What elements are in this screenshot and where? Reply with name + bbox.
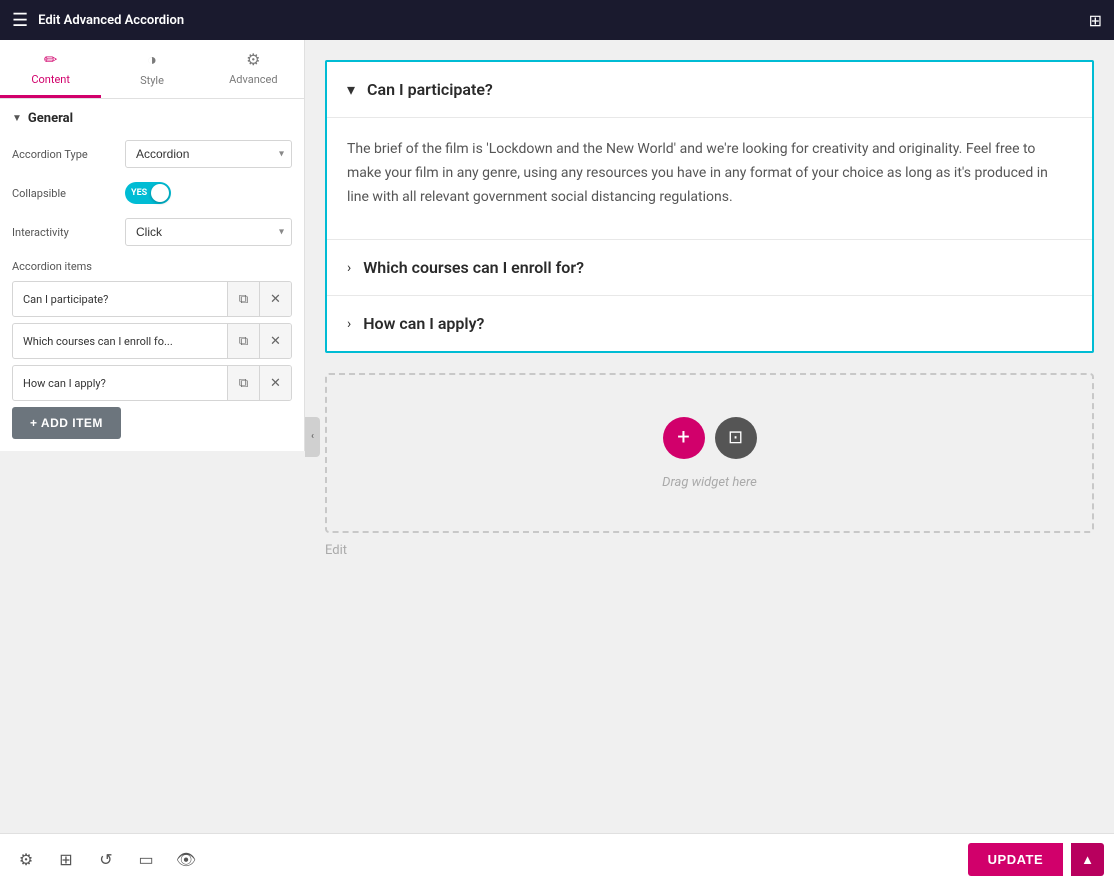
section-title: General — [28, 111, 73, 126]
add-folder-button[interactable]: ⊡ — [715, 417, 757, 459]
accordion-items-label: Accordion items — [12, 260, 292, 273]
drag-drop-text: Drag widget here — [662, 475, 757, 490]
interactivity-select[interactable]: Click Hover — [125, 218, 292, 246]
accordion-item-copy-3[interactable]: ⧉ — [227, 366, 259, 400]
accordion-item-header-1[interactable]: ▾ Can I participate? — [327, 62, 1092, 117]
accordion-chevron-down-icon: ▾ — [347, 80, 355, 99]
accordion-type-row: Accordion Type Accordion Toggle ▾ — [12, 140, 292, 168]
collapsible-toggle[interactable]: YES — [125, 182, 171, 204]
bottom-bar: ⚙ ⊞ ↺ ▭ 👁 UPDATE ▲ — [0, 833, 1114, 885]
accordion-item-copy-2[interactable]: ⧉ — [227, 324, 259, 358]
preview-icon[interactable]: 👁 — [170, 844, 202, 876]
section-chevron-icon: ▼ — [12, 113, 22, 124]
accordion-item-header-3[interactable]: › How can I apply? — [327, 296, 1092, 351]
accordion-type-select[interactable]: Accordion Toggle — [125, 140, 292, 168]
top-bar: ☰ Edit Advanced Accordion ⊞ — [0, 0, 1114, 40]
page-title: Edit Advanced Accordion — [38, 13, 184, 28]
tab-content-label: Content — [31, 73, 70, 86]
accordion-item-row: Can I participate? ⧉ ✕ — [12, 281, 292, 317]
accordion-item-delete-2[interactable]: ✕ — [259, 324, 291, 358]
general-section-header: ▼ General — [12, 111, 292, 126]
hamburger-icon[interactable]: ☰ — [12, 10, 28, 31]
accordion-item-body-1: The brief of the film is 'Lockdown and t… — [327, 117, 1092, 239]
main-layout: ✏ Content ◑ Style ⚙ Advanced ▼ General — [0, 40, 1114, 833]
accordion-item-text-2: Which courses can I enroll fo... — [13, 327, 227, 356]
device-icon[interactable]: ▭ — [130, 844, 162, 876]
accordion-item-delete-1[interactable]: ✕ — [259, 282, 291, 316]
add-item-button[interactable]: + ADD ITEM — [12, 407, 121, 439]
collapsible-row: Collapsible YES — [12, 182, 292, 204]
update-arrow-button[interactable]: ▲ — [1071, 843, 1104, 876]
accordion-item-row: How can I apply? ⧉ ✕ — [12, 365, 292, 401]
accordion-chevron-right-icon-2: › — [347, 260, 351, 276]
drag-drop-buttons: + ⊡ — [663, 417, 757, 459]
top-bar-left: ☰ Edit Advanced Accordion — [12, 10, 184, 31]
accordion-item-text-3: How can I apply? — [13, 369, 227, 398]
left-panel-wrapper: ✏ Content ◑ Style ⚙ Advanced ▼ General — [0, 40, 305, 833]
accordion-item-text-1: Can I participate? — [13, 285, 227, 314]
drag-drop-area: + ⊡ Drag widget here — [325, 373, 1094, 533]
tab-advanced[interactable]: ⚙ Advanced — [203, 40, 304, 98]
accordion-item-title-3: How can I apply? — [363, 314, 484, 333]
tab-advanced-label: Advanced — [229, 73, 277, 86]
accordion-items-section: Accordion items Can I participate? ⧉ ✕ W… — [12, 260, 292, 439]
tab-style-label: Style — [140, 74, 164, 87]
toggle-yes-label: YES — [131, 188, 147, 198]
accordion-item-copy-1[interactable]: ⧉ — [227, 282, 259, 316]
update-button[interactable]: UPDATE — [968, 843, 1063, 876]
add-widget-button[interactable]: + — [663, 417, 705, 459]
accordion-item-title-1: Can I participate? — [367, 80, 493, 99]
settings-icon[interactable]: ⚙ — [10, 844, 42, 876]
interactivity-row: Interactivity Click Hover ▾ — [12, 218, 292, 246]
toggle-switch[interactable]: YES — [125, 182, 171, 204]
tab-content[interactable]: ✏ Content — [0, 40, 101, 98]
style-icon: ◑ — [147, 50, 157, 70]
interactivity-select-wrapper: Click Hover ▾ — [125, 218, 292, 246]
accordion-type-select-wrapper: Accordion Toggle ▾ — [125, 140, 292, 168]
advanced-icon: ⚙ — [246, 50, 260, 69]
accordion-item-title-2: Which courses can I enroll for? — [363, 258, 584, 277]
toggle-knob — [151, 184, 169, 202]
panel-content: ▼ General Accordion Type Accordion Toggl… — [0, 99, 304, 451]
collapse-handle[interactable]: ‹ — [305, 417, 320, 457]
accordion-item-delete-3[interactable]: ✕ — [259, 366, 291, 400]
content-icon: ✏ — [44, 50, 57, 69]
accordion-type-label: Accordion Type — [12, 148, 117, 161]
collapsible-label: Collapsible — [12, 187, 117, 200]
accordion-chevron-right-icon-3: › — [347, 316, 351, 332]
tab-style[interactable]: ◑ Style — [101, 40, 202, 98]
accordion-item-header-2[interactable]: › Which courses can I enroll for? — [327, 240, 1092, 295]
interactivity-label: Interactivity — [12, 226, 117, 239]
left-panel: ✏ Content ◑ Style ⚙ Advanced ▼ General — [0, 40, 305, 451]
tabs-bar: ✏ Content ◑ Style ⚙ Advanced — [0, 40, 304, 99]
accordion-item-row: Which courses can I enroll fo... ⧉ ✕ — [12, 323, 292, 359]
layers-icon[interactable]: ⊞ — [50, 844, 82, 876]
accordion-item-body-text-1: The brief of the film is 'Lockdown and t… — [347, 141, 1048, 205]
history-icon[interactable]: ↺ — [90, 844, 122, 876]
edit-link[interactable]: Edit — [325, 533, 1094, 568]
right-content: ▾ Can I participate? The brief of the fi… — [305, 40, 1114, 833]
accordion-widget: ▾ Can I participate? The brief of the fi… — [325, 60, 1094, 353]
grid-icon[interactable]: ⊞ — [1089, 11, 1102, 30]
